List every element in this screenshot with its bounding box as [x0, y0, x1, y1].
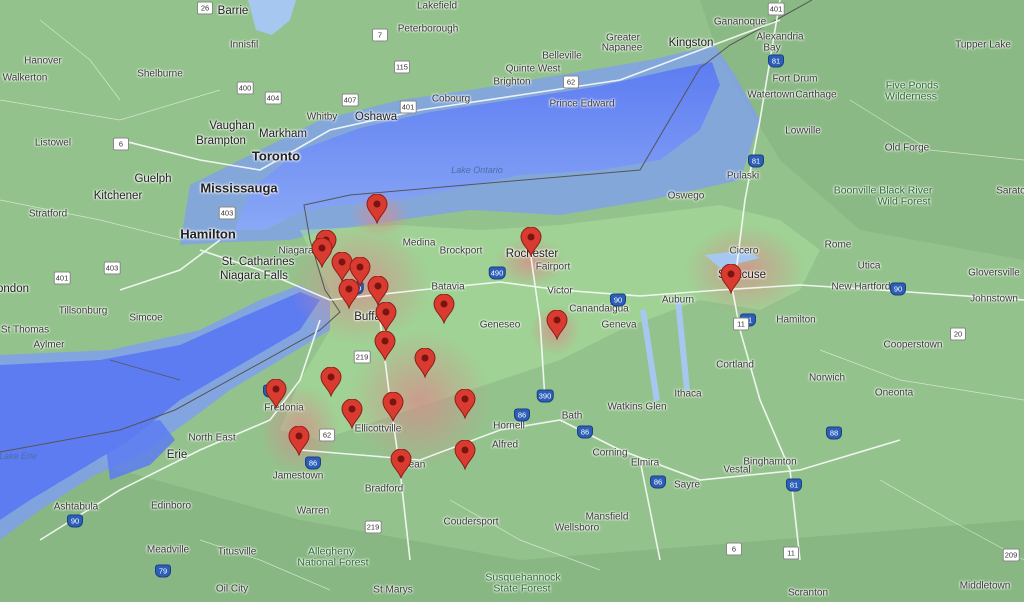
route-shield: 401: [399, 100, 417, 114]
route-shield: 88: [826, 426, 842, 440]
marker-15[interactable]: [382, 392, 404, 422]
route-shield: 81: [748, 154, 764, 168]
route-shield: 79: [155, 564, 171, 578]
map-pin-icon: [720, 264, 742, 294]
marker-20[interactable]: [520, 227, 542, 257]
marker-17[interactable]: [288, 426, 310, 456]
marker-6[interactable]: [338, 279, 360, 309]
route-shield: 86: [577, 425, 593, 439]
map-pin-icon: [265, 379, 287, 409]
marker-22[interactable]: [720, 264, 742, 294]
route-shield: 86: [514, 408, 530, 422]
route-shield: 20: [950, 327, 966, 341]
route-shield: 62: [319, 428, 335, 442]
route-shield: 401: [53, 271, 71, 285]
map-pin-icon: [390, 449, 412, 479]
marker-19[interactable]: [454, 440, 476, 470]
map-pin-icon: [546, 310, 568, 340]
route-shield: 6: [113, 137, 129, 151]
route-shield: 390: [536, 389, 554, 403]
map-pin-icon: [341, 399, 363, 429]
marker-10[interactable]: [374, 331, 396, 361]
map-pin-icon: [366, 194, 388, 224]
map-pin-icon: [382, 392, 404, 422]
map-pin-icon: [520, 227, 542, 257]
route-shield: 26: [197, 1, 213, 15]
map-pin-icon: [454, 440, 476, 470]
marker-12[interactable]: [320, 367, 342, 397]
map-pin-icon: [288, 426, 310, 456]
route-shield: 407: [341, 93, 359, 107]
marker-21[interactable]: [546, 310, 568, 340]
route-shield: 403: [218, 206, 236, 220]
route-shield: 219: [353, 350, 371, 364]
marker-14[interactable]: [341, 399, 363, 429]
route-shield: 90: [890, 282, 906, 296]
route-shield: 81: [786, 478, 802, 492]
route-shield: 90: [610, 293, 626, 307]
marker-18[interactable]: [390, 449, 412, 479]
route-shield: 62: [563, 75, 579, 89]
route-shield: 90: [67, 514, 83, 528]
map-pin-icon: [320, 367, 342, 397]
route-shield: 81: [768, 54, 784, 68]
map-pin-icon: [414, 348, 436, 378]
route-shield: 403: [103, 261, 121, 275]
marker-8[interactable]: [375, 302, 397, 332]
marker-11[interactable]: [414, 348, 436, 378]
map-pin-icon: [338, 279, 360, 309]
route-shield: 115: [394, 60, 410, 74]
route-shield: 86: [650, 475, 666, 489]
route-shield: 7: [372, 28, 388, 42]
route-shield: 400: [236, 81, 254, 95]
marker-3[interactable]: [311, 238, 333, 268]
route-shield: 86: [305, 456, 321, 470]
marker-16[interactable]: [454, 389, 476, 419]
route-shield: 209: [1002, 548, 1020, 562]
map-canvas[interactable]: Barrie Lakefield Gananoque Innisfil Peterbor…: [0, 0, 1024, 602]
map-pin-icon: [374, 331, 396, 361]
route-shield: 11: [783, 546, 799, 560]
route-shield: 11: [733, 317, 749, 331]
map-base-layer: [0, 0, 1024, 602]
marker-1[interactable]: [366, 194, 388, 224]
map-pin-icon: [433, 294, 455, 324]
map-pin-icon: [454, 389, 476, 419]
route-shield: 219: [364, 520, 382, 534]
map-pin-icon: [375, 302, 397, 332]
route-shield: 490: [488, 266, 506, 280]
route-shield: 401: [767, 2, 785, 16]
route-shield: 6: [726, 542, 742, 556]
marker-9[interactable]: [433, 294, 455, 324]
marker-13[interactable]: [265, 379, 287, 409]
map-pin-icon: [311, 238, 333, 268]
route-shield: 404: [264, 91, 282, 105]
